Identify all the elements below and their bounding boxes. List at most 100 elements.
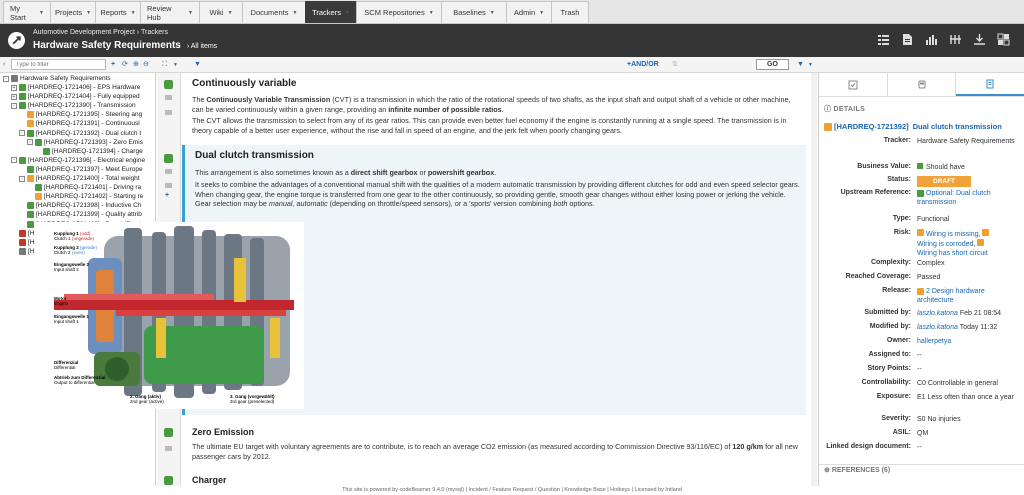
chevron-down-icon[interactable]: ▼	[292, 10, 297, 16]
comment-icon[interactable]	[165, 183, 172, 188]
tab-trackers[interactable]: Trackers ▼	[305, 1, 357, 23]
tab-wiki[interactable]: Wiki ▼	[199, 1, 243, 23]
export-icon[interactable]	[973, 33, 986, 46]
tree-item[interactable]: + [HARDREQ-1721404] - Fully equipped	[11, 92, 140, 101]
tree-item[interactable]: [HARDREQ-1721395] - Steering ang	[19, 110, 142, 119]
chevron-down-icon[interactable]: ▼	[539, 10, 544, 16]
breadcrumb[interactable]: Automotive Development Project › Tracker…	[33, 29, 168, 36]
filter-settings-icon[interactable]: ▼	[797, 59, 804, 71]
references-heading[interactable]: ⊕ REFERENCES (6)	[819, 464, 1024, 476]
refresh-icon[interactable]: ⟳	[122, 59, 128, 71]
tab-history[interactable]	[888, 73, 957, 96]
expand-caret-icon[interactable]: ▼	[173, 59, 178, 71]
section-title[interactable]: Zero Emission	[192, 427, 254, 437]
tree-item[interactable]: [HARDREQ-1721402] - Starting re	[27, 192, 143, 201]
tab-scm-repositories[interactable]: SCM Repositories ▼	[356, 1, 442, 23]
item-type-icon[interactable]	[164, 476, 173, 485]
chevron-down-icon[interactable]: ▼	[429, 10, 434, 16]
status-badge[interactable]: DRAFT	[917, 176, 972, 187]
collapse-toggle-icon[interactable]: -	[11, 102, 17, 109]
tab-reports[interactable]: Reports ▼	[95, 1, 141, 23]
go-button[interactable]: GO	[756, 59, 789, 70]
chevron-down-icon[interactable]: ▼	[228, 10, 233, 16]
chevron-down-icon[interactable]: ▼	[86, 10, 91, 16]
tab-documents[interactable]: Documents ▼	[242, 1, 306, 23]
tab-projects[interactable]: Projects ▼	[50, 1, 96, 23]
tree-item[interactable]: [HARDREQ-1721398] - Inductive Ch	[19, 201, 142, 210]
tree-item[interactable]: - [HARDREQ-1721390] - Transmission	[11, 101, 136, 110]
tab-admin[interactable]: Admin ▼	[506, 1, 552, 23]
chevron-down-icon[interactable]: ▼	[188, 10, 193, 16]
tree-item[interactable]: [HARDREQ-1721394] - Charge	[35, 147, 143, 156]
document-view-icon[interactable]	[901, 33, 914, 46]
item-type-icon[interactable]	[164, 80, 173, 89]
chevron-down-icon[interactable]: ▼	[131, 10, 136, 16]
tree-item[interactable]: + [HARDREQ-1721406] - EPS Hardware	[11, 83, 140, 92]
edit-icon[interactable]	[165, 446, 172, 451]
item-title[interactable]: [HARDREQ-1721392] Dual clutch transmissio…	[824, 122, 1002, 131]
section-title[interactable]: Dual clutch transmission	[195, 150, 314, 161]
section-title[interactable]: Continuously variable	[192, 78, 296, 89]
section-zero-emission[interactable]: Zero Emission The ultimate EU target wit…	[182, 423, 806, 463]
main-scrollbar[interactable]	[811, 73, 817, 495]
details-heading[interactable]: ⓘ DETAILS	[824, 104, 865, 114]
table-view-icon[interactable]	[877, 33, 890, 46]
tree-item[interactable]: [HARDREQ-1721391] - Continuousl	[19, 119, 140, 128]
tab-baselines[interactable]: Baselines ▼	[441, 1, 507, 23]
item-type-icon[interactable]	[164, 154, 173, 163]
section-continuously-variable[interactable]: Continuously variable The Continuously V…	[182, 73, 806, 143]
chevron-down-icon[interactable]: ▼	[345, 10, 350, 16]
tree-item[interactable]: [HARDREQ-1721397] - Meet Europe	[19, 165, 143, 174]
comment-icon[interactable]	[165, 110, 172, 115]
tree-item[interactable]: [HARDREQ-1721399] - Quality attrib	[19, 210, 142, 219]
chevron-down-icon[interactable]: ▼	[490, 10, 495, 16]
collapse-all-icon[interactable]: ⊖	[143, 59, 149, 71]
traceability-icon[interactable]	[949, 33, 962, 46]
tree-item[interactable]: - [HARDREQ-1721392] - Dual clutch t	[19, 129, 141, 138]
section-title[interactable]: Charger	[192, 475, 227, 485]
tree-item[interactable]: - [HARDREQ-1721396] - Electrical engine	[11, 156, 145, 165]
expand-icon[interactable]: ⛶	[162, 59, 167, 71]
tab-trash[interactable]: Trash	[551, 1, 589, 23]
filter-icon[interactable]: ▼	[194, 59, 201, 71]
tree-item-label: [HARDREQ-1721395] - Steering ang	[36, 111, 143, 119]
add-item-icon[interactable]: +	[111, 59, 115, 71]
detail-label: Reached Coverage:	[845, 273, 911, 280]
view-selector[interactable]: › All items	[187, 43, 217, 50]
expand-toggle-icon[interactable]: +	[11, 84, 17, 91]
tree-item[interactable]: - [HARDREQ-1721400] - Total weight	[19, 174, 140, 183]
collapse-toggle-icon[interactable]: -	[11, 157, 17, 164]
detail-label: Status:	[887, 176, 911, 183]
collapse-toggle-icon[interactable]: -	[19, 130, 25, 136]
tab-details[interactable]	[956, 73, 1024, 96]
tab-checklist[interactable]	[819, 73, 888, 96]
tab-my-start[interactable]: My Start ▼	[3, 1, 51, 23]
tree-item-label: [HARDREQ-1721400] - Total weight	[36, 175, 140, 182]
filter-caret-icon[interactable]: ▼	[808, 59, 813, 71]
expand-tree-icon[interactable]: ⊕	[133, 59, 139, 71]
settings-icon[interactable]	[997, 33, 1010, 46]
expand-toggle-icon[interactable]: +	[11, 93, 17, 100]
and-or-button[interactable]: +AND/OR	[627, 59, 659, 71]
requirement-status-icon	[27, 175, 34, 182]
tree-filter-input[interactable]	[11, 59, 106, 70]
detail-value: DRAFT	[917, 176, 1023, 187]
codebeamer-logo-icon[interactable]	[8, 32, 25, 49]
edit-icon[interactable]	[165, 95, 172, 100]
reference-icon	[917, 287, 924, 295]
collapse-toggle-icon[interactable]: -	[19, 175, 25, 182]
edit-icon[interactable]	[165, 169, 172, 174]
tree-item[interactable]: [HARDREQ-1721401] - Driving ra	[27, 183, 141, 192]
collapse-toggle-icon[interactable]: -	[27, 139, 33, 146]
chevron-down-icon[interactable]: ▼	[39, 10, 44, 16]
collapse-tree-icon[interactable]: ‹	[3, 59, 5, 71]
sort-icon[interactable]: ⇅	[672, 59, 678, 71]
item-type-icon[interactable]	[164, 428, 173, 437]
tab-review-hub[interactable]: Review Hub ▼	[140, 1, 200, 23]
add-child-icon[interactable]: +	[165, 190, 169, 202]
chart-view-icon[interactable]	[925, 33, 938, 46]
collapse-toggle-icon[interactable]: -	[3, 75, 9, 82]
tree-item[interactable]: - [HARDREQ-1721393] - Zero Emis	[27, 138, 143, 147]
tracker-title[interactable]: Hardware Safety Requirements	[33, 40, 181, 51]
tree-root[interactable]: - Hardware Safety Requirements	[3, 74, 111, 83]
